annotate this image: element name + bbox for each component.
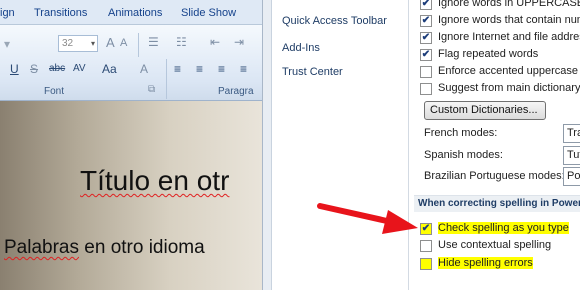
shrink-font-button[interactable]: A — [120, 37, 127, 49]
tab-slide-show[interactable]: Slide Show — [181, 7, 236, 19]
spanish-modes-label: Spanish modes: — [424, 149, 503, 161]
group-label-font: Font — [44, 86, 65, 97]
grow-font-button[interactable]: A — [106, 35, 115, 50]
font-color-button[interactable]: A — [140, 62, 148, 76]
chevron-down-icon: ▾ — [90, 39, 95, 48]
spanish-modes-select[interactable]: Tut — [563, 146, 580, 165]
slide-body-text: en otro idioma — [84, 237, 205, 258]
indent-icon[interactable]: ⇤ — [210, 35, 220, 49]
outdent-icon[interactable]: ⇥ — [234, 35, 244, 49]
option-label: Flag repeated words — [438, 48, 539, 60]
underline-button[interactable]: U — [10, 62, 19, 76]
checkbox-hide-spelling[interactable] — [420, 258, 432, 270]
option-label: Ignore words in UPPERCASE — [438, 0, 580, 9]
slide-title-placeholder[interactable]: Título en otr — [80, 165, 229, 197]
char-spacing-button[interactable]: AV — [73, 63, 86, 74]
window-splitter — [262, 0, 272, 290]
font-size-value: 32 — [62, 38, 74, 49]
checkbox-suggest-main[interactable] — [420, 83, 432, 95]
ribbon-separator — [166, 83, 167, 99]
group-label-paragraph: Paragra — [218, 86, 254, 97]
font-size-box[interactable]: 32 ▾ — [58, 35, 98, 52]
checkbox-use-contextual[interactable] — [420, 240, 432, 252]
slide-title-text: Título en otr — [80, 165, 230, 196]
shadow-button[interactable]: S — [30, 62, 38, 76]
proofing-options-panel: ✔ Ignore words in UPPERCASE ✔ Ignore wor… — [410, 0, 580, 290]
ribbon-tab-bar: ign Transitions Animations Slide Show — [0, 0, 262, 25]
powerpoint-window: ign Transitions Animations Slide Show ▾ … — [0, 0, 262, 290]
ribbon: ▾ 32 ▾ A A ☰ ☷ ⇤ ⇥ U S abc AV Aa A ≡ ≡ ≡… — [0, 25, 262, 101]
change-case-button[interactable]: Aa — [102, 62, 117, 76]
justify-icon[interactable]: ≡ — [240, 62, 247, 76]
nav-item-trust-center[interactable]: Trust Center — [282, 66, 343, 78]
tab-animations[interactable]: Animations — [108, 7, 162, 19]
checkbox-ignore-uppercase[interactable]: ✔ — [420, 0, 432, 10]
red-arrow-icon — [317, 203, 418, 234]
slide-body-placeholder[interactable]: Palabras en otro idioma — [4, 237, 205, 259]
nav-item-quick-access-toolbar[interactable]: Quick Access Toolbar — [282, 15, 387, 27]
tab-transitions[interactable]: Transitions — [34, 7, 87, 19]
option-label: Check spelling as you type — [438, 222, 569, 234]
option-label: Suggest from main dictionary o — [438, 82, 580, 94]
french-modes-label: French modes: — [424, 127, 498, 139]
checkbox-ignore-numbers[interactable]: ✔ — [420, 15, 432, 27]
option-label: Use contextual spelling — [438, 239, 552, 251]
dialog-launcher-icon[interactable]: ⧉ — [148, 84, 155, 95]
strikethrough-button[interactable]: abc — [49, 63, 65, 74]
align-left-icon[interactable]: ≡ — [174, 62, 181, 76]
checkbox-ignore-internet[interactable]: ✔ — [420, 32, 432, 44]
dropdown-arrow-icon[interactable]: ▾ — [4, 37, 10, 51]
brazilian-portuguese-modes-select[interactable]: Pos — [563, 167, 580, 186]
custom-dictionaries-button[interactable]: Custom Dictionaries... — [424, 101, 546, 120]
option-label: Ignore Internet and file addres — [438, 31, 580, 43]
nav-item-add-ins[interactable]: Add-Ins — [282, 42, 320, 54]
option-label: Enforce accented uppercase in — [438, 65, 580, 77]
misspelled-word: Palabras — [4, 237, 79, 258]
checkbox-enforce-accented[interactable] — [420, 66, 432, 78]
brazilian-portuguese-modes-label: Brazilian Portuguese modes: — [424, 170, 565, 182]
ribbon-separator — [166, 59, 167, 85]
tab-design[interactable]: ign — [0, 7, 15, 19]
bullets-icon[interactable]: ☰ — [148, 35, 159, 49]
section-header: When correcting spelling in PowerP — [414, 195, 580, 212]
option-label: Ignore words that contain num — [438, 14, 580, 26]
align-right-icon[interactable]: ≡ — [218, 62, 225, 76]
numbering-icon[interactable]: ☷ — [176, 35, 187, 49]
option-label: Hide spelling errors — [438, 257, 533, 269]
align-center-icon[interactable]: ≡ — [196, 62, 203, 76]
ribbon-separator — [138, 33, 139, 57]
options-nav: Quick Access Toolbar Add-Ins Trust Cente… — [272, 0, 409, 290]
checkbox-flag-repeated[interactable]: ✔ — [420, 49, 432, 61]
french-modes-select[interactable]: Tra — [563, 124, 580, 143]
